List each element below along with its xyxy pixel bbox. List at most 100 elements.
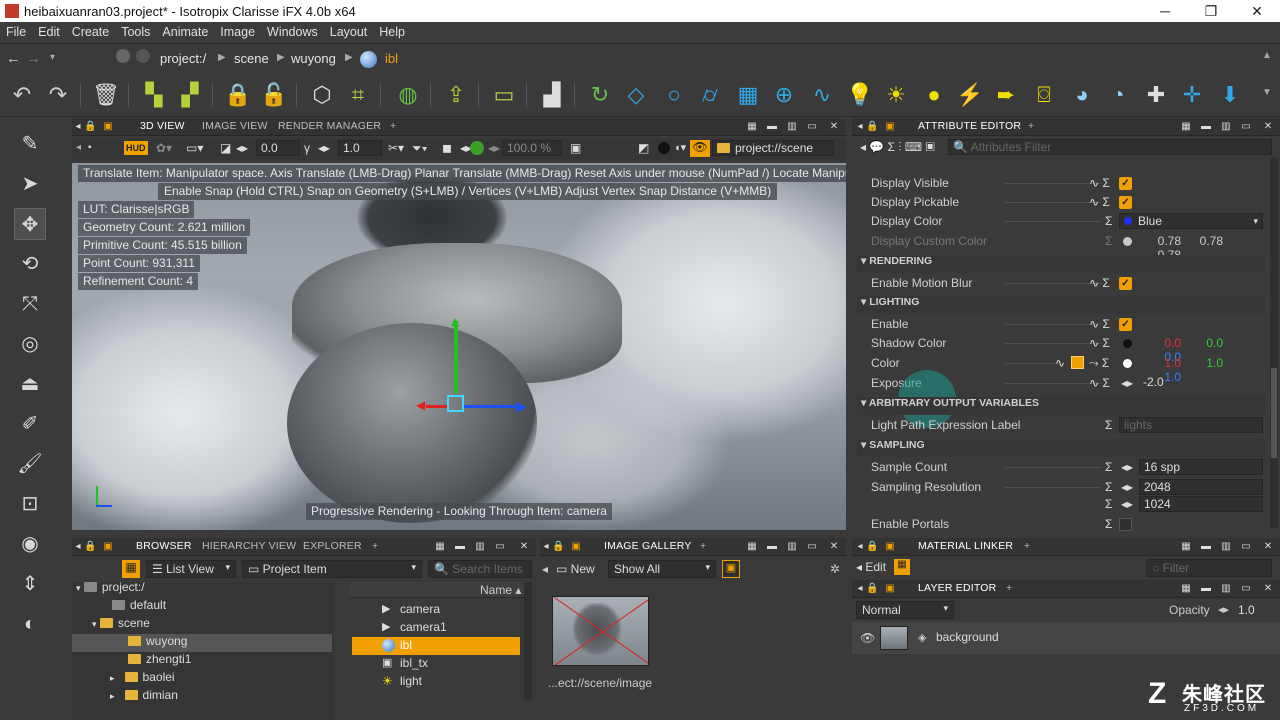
info-icon[interactable]	[136, 49, 150, 63]
render-region-icon[interactable]: ◩	[638, 141, 649, 155]
maximize-panel-icon[interactable]: ▭	[1240, 121, 1252, 133]
globe-arrow-icon[interactable]: ◍	[394, 81, 422, 109]
layer-row-background[interactable]: 👁 ◈ background	[852, 622, 1280, 654]
browser-mode-icon[interactable]: ▦	[122, 560, 140, 578]
name-column-header[interactable]: Name ▴	[480, 583, 521, 597]
gizmo-y-arrow-icon[interactable]: ▲	[448, 313, 462, 329]
material-filter-input[interactable]: ○ Filter	[1146, 559, 1272, 577]
wire-sphere-icon[interactable]: ⊕	[770, 81, 798, 109]
sphere-dropdown-icon[interactable]: ◖▾	[674, 141, 686, 154]
scatter-icon[interactable]: ✚	[1142, 81, 1170, 109]
attributes-filter-input[interactable]: 🔍 Attributes Filter	[948, 139, 1272, 155]
close-panel-icon[interactable]: ✕	[1262, 121, 1274, 133]
layout-icon[interactable]: ▦	[434, 541, 446, 553]
shading-icon[interactable]: ✿▾	[156, 141, 172, 155]
minimize-button[interactable]: ─	[1142, 1, 1188, 21]
add-tab-icon[interactable]: +	[1024, 540, 1030, 552]
anim-sigma-icon[interactable]: ∿ Σ	[1089, 176, 1110, 190]
disc-light-icon[interactable]: ●	[920, 81, 948, 109]
unlock-icon[interactable]: 🔓	[260, 81, 288, 109]
sigma-icon[interactable]: Σ	[1105, 460, 1112, 474]
custom-g[interactable]: 0.78	[1181, 234, 1223, 248]
layout-icon[interactable]: ▦	[746, 541, 758, 553]
tab-layer-editor[interactable]: LAYER EDITOR	[918, 582, 996, 594]
curve-icon[interactable]: ∿	[808, 81, 836, 109]
toolbar-more-icon[interactable]: ▼	[1262, 87, 1272, 98]
tab-image-gallery[interactable]: IMAGE GALLERY	[604, 540, 692, 552]
sample-count-field[interactable]: 16 spp	[1139, 459, 1263, 475]
combiner-icon[interactable]: ▟	[538, 81, 566, 109]
vp-toolbar-menu-icon[interactable]: ◂	[76, 142, 81, 153]
lock-icon[interactable]: 🔒	[224, 81, 252, 109]
section-aov[interactable]: ▾ ARBITRARY OUTPUT VARIABLES	[857, 397, 1265, 415]
section-lighting[interactable]: ▾ LIGHTING	[857, 296, 1265, 314]
list-item-ibl[interactable]: ibl	[352, 637, 520, 655]
tree-scene[interactable]: ▾ scene	[72, 616, 332, 634]
split-icon[interactable]: ▬	[454, 541, 466, 553]
move-tool-icon[interactable]: ✥	[14, 208, 46, 240]
paint-tool-icon[interactable]: ✐	[14, 408, 46, 440]
menu-image[interactable]: Image	[214, 22, 261, 39]
anim-sigma-icon[interactable]: ∿ Σ	[1089, 336, 1110, 350]
list-item-ibl-tx[interactable]: ▣ ibl_tx	[352, 655, 520, 673]
video-icon[interactable]: ◼	[442, 141, 452, 155]
close-panel-icon[interactable]: ✕	[518, 541, 530, 553]
columns-icon[interactable]: ▥	[474, 541, 486, 553]
layout-icon[interactable]: ▦	[1180, 583, 1192, 595]
slider-arrows-icon[interactable]: ◂▸	[1121, 376, 1133, 390]
opacity-value[interactable]: 1.0	[1238, 603, 1255, 617]
panel-menu-icon[interactable]: ◂	[854, 583, 866, 595]
link-sigma-icon[interactable]: ⤳ Σ	[1089, 356, 1109, 371]
show-all-dropdown[interactable]: Show All ▾	[608, 560, 716, 578]
columns-icon[interactable]: ▥	[1220, 541, 1232, 553]
menu-layout[interactable]: Layout	[324, 22, 374, 39]
panel-type-icon[interactable]: ▣	[570, 541, 582, 553]
slider-arrows-icon[interactable]: ◂▸	[1121, 480, 1133, 494]
menu-windows[interactable]: Windows	[261, 22, 324, 39]
attr-scroll-thumb[interactable]	[1271, 368, 1277, 458]
add-tab-icon[interactable]: +	[1028, 120, 1034, 132]
color-swap-icon[interactable]: ◐	[14, 608, 46, 640]
tree-default[interactable]: default	[72, 598, 332, 616]
attr-scrollbar[interactable]	[1270, 158, 1278, 528]
maximize-panel-icon[interactable]: ▭	[1240, 541, 1252, 553]
close-panel-icon[interactable]: ✕	[828, 541, 840, 553]
shadow-color-swatch[interactable]	[1123, 339, 1132, 348]
close-panel-icon[interactable]: ✕	[1262, 583, 1274, 595]
search-items-input[interactable]: 🔍 Search Items	[428, 560, 532, 578]
resolution-x-field[interactable]: 2048	[1139, 479, 1263, 495]
enable-portals-checkbox[interactable]	[1119, 518, 1132, 531]
section-sampling[interactable]: ▾ SAMPLING	[857, 439, 1265, 457]
maximize-button[interactable]: ❐	[1188, 1, 1234, 21]
sphere-icon[interactable]: ○	[660, 81, 688, 109]
menu-animate[interactable]: Animate	[156, 22, 214, 39]
blend-mode-dropdown[interactable]: Normal ▾	[856, 601, 954, 619]
bounding-box-icon[interactable]: ⌗	[344, 81, 372, 109]
display-pickable-checkbox[interactable]: ✓	[1119, 196, 1132, 209]
panel-type-icon[interactable]: ▣	[884, 583, 896, 595]
color-swatch[interactable]	[1123, 359, 1132, 368]
display-color-dropdown[interactable]: Blue ▾	[1119, 213, 1263, 229]
brush-tool-icon[interactable]: 🖌	[14, 448, 46, 480]
layout-icon[interactable]: ▦	[1180, 121, 1192, 133]
edit-menu[interactable]: ◂ Edit	[856, 560, 886, 574]
texture-link-icon[interactable]	[1071, 356, 1084, 369]
tree-wuyong[interactable]: wuyong	[72, 634, 332, 652]
motion-blur-checkbox[interactable]: ✓	[1119, 277, 1132, 290]
list-view-dropdown[interactable]: ☰ List View ▾	[146, 560, 236, 578]
tab-image-view[interactable]: IMAGE VIEW	[202, 120, 268, 132]
percent-arrows-icon[interactable]: ◂▸	[488, 141, 500, 155]
back-arrow-icon[interactable]: ←	[6, 50, 21, 67]
menu-tools[interactable]: Tools	[115, 22, 156, 39]
gallery-view-icon[interactable]: ▣	[722, 560, 740, 578]
tab-hierarchy-view[interactable]: HIERARCHY VIEW	[202, 540, 296, 552]
split-icon[interactable]: ▬	[766, 541, 778, 553]
add-tab-icon[interactable]: +	[372, 540, 378, 552]
refresh-globe-icon[interactable]: ↻	[586, 81, 614, 109]
close-panel-icon[interactable]: ✕	[828, 121, 840, 133]
display-icon[interactable]: ▭▾	[186, 141, 203, 155]
sigma-icon[interactable]: Σ	[1105, 497, 1112, 511]
sigma-icon[interactable]: Σ	[1105, 517, 1112, 531]
anim-sigma-icon[interactable]: ∿ Σ	[1089, 376, 1110, 390]
universal-tool-icon[interactable]: ◎	[14, 328, 46, 360]
